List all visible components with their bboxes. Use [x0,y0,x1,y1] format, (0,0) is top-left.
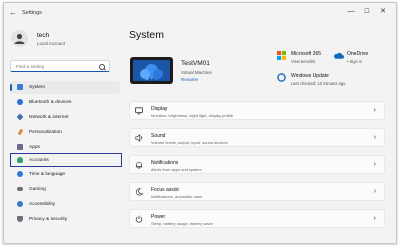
power-icon [135,215,143,223]
chevron-right-icon: › [373,134,376,141]
device-model: Virtual Machine [181,70,212,75]
card-title: Power [151,213,166,220]
shield-icon [17,216,23,222]
bell-icon [135,161,143,169]
sidebar-item-personalization[interactable]: Personalization [10,126,120,139]
speaker-icon [135,134,142,142]
accounts-highlight-box [10,153,122,167]
card-subtitle: Notifications, automatic rules [151,193,203,199]
apps-icon [17,144,23,150]
moon-icon [135,188,143,196]
chevron-right-icon: › [373,188,376,195]
sidebar-item-accessibility[interactable]: Accessibility [10,198,120,211]
card-subtitle: Alerts from apps and system [151,166,202,172]
sidebar-item-label: Apps [29,144,40,150]
window-title: Settings [22,10,42,16]
rename-link[interactable]: Rename [181,77,198,82]
onedrive-icon[interactable] [333,51,344,60]
microsoft365-title[interactable]: Microsoft 365 [291,51,321,57]
chevron-right-icon: › [373,215,376,222]
wallpaper-bloom-icon [133,60,170,81]
bluetooth-icon [17,99,23,105]
sidebar-item-label: Accessibility [29,201,56,207]
brush-icon [17,128,24,136]
card-title: Sound [151,132,166,139]
card-title: Display [151,105,168,112]
sound-card[interactable]: Sound Volume levels, output, input, soun… [129,128,385,147]
microsoft365-subtitle: View benefits [291,59,316,64]
gamepad-icon [17,187,23,191]
sidebar-item-label: Gaming [29,186,46,192]
notifications-card[interactable]: Notifications Alerts from apps and syste… [129,155,385,174]
onedrive-subtitle: • Sign in [347,59,363,64]
account-type: Local Account [37,41,66,46]
device-thumbnail [130,57,173,84]
microsoft365-icon[interactable] [277,51,286,60]
chevron-right-icon: › [373,107,376,114]
power-card[interactable]: Power Sleep, battery usage, battery save… [129,209,385,228]
maximize-button[interactable]: ☐ [361,7,373,17]
sidebar-item-label: Bluetooth & devices [29,99,72,105]
card-title: Focus assist [151,186,179,193]
display-icon [135,107,143,115]
selection-indicator [10,84,12,91]
back-button[interactable]: ← [9,8,17,17]
sidebar-item-gaming[interactable]: Gaming [10,183,120,196]
person-icon [14,33,25,44]
chevron-right-icon: › [373,161,376,168]
sidebar-item-label: Network & internet [29,114,69,120]
onedrive-title[interactable]: OneDrive [347,51,368,57]
sidebar-item-system[interactable]: System [10,81,120,94]
sidebar-item-privacy[interactable]: Privacy & security [10,213,120,226]
card-subtitle: Volume levels, output, input, sound devi… [151,139,228,145]
card-title: Notifications [151,159,179,166]
windows-update-icon[interactable] [277,73,286,82]
sidebar-item-label: Privacy & security [29,216,68,222]
windows-update-subtitle: Last checked: 16 minutes ago [291,81,346,86]
minimize-button[interactable]: — [345,7,357,17]
title-bar: ← Settings — ☐ ✕ [4,3,396,23]
display-card[interactable]: Display Monitors, brightness, night ligh… [129,101,385,120]
card-subtitle: Sleep, battery usage, battery saver [151,220,214,226]
settings-window: ← Settings — ☐ ✕ tech Local Account Find… [3,2,397,244]
page-title: System [129,29,165,41]
sidebar-item-label: Time & language [29,171,66,177]
system-icon [17,84,23,90]
sidebar-item-network[interactable]: Network & internet [10,111,120,124]
focus-assist-card[interactable]: Focus assist Notifications, automatic ru… [129,182,385,201]
sidebar-item-label: System [29,84,45,90]
close-button[interactable]: ✕ [377,7,389,17]
accessibility-icon [17,201,23,207]
search-icon [99,64,105,70]
search-input[interactable]: Find a setting [10,60,110,72]
card-subtitle: Monitors, brightness, night light, displ… [151,112,234,118]
sidebar-item-time-language[interactable]: Time & language [10,168,120,181]
user-name: tech [37,32,50,39]
search-placeholder: Find a setting [16,64,45,69]
avatar[interactable] [11,30,28,47]
sidebar-item-bluetooth[interactable]: Bluetooth & devices [10,96,120,109]
globe-icon [17,171,23,177]
windows-update-title[interactable]: Windows Update [291,73,329,79]
network-icon [16,113,24,121]
sidebar-item-label: Personalization [29,129,62,135]
device-name: TestVM01 [181,60,210,67]
